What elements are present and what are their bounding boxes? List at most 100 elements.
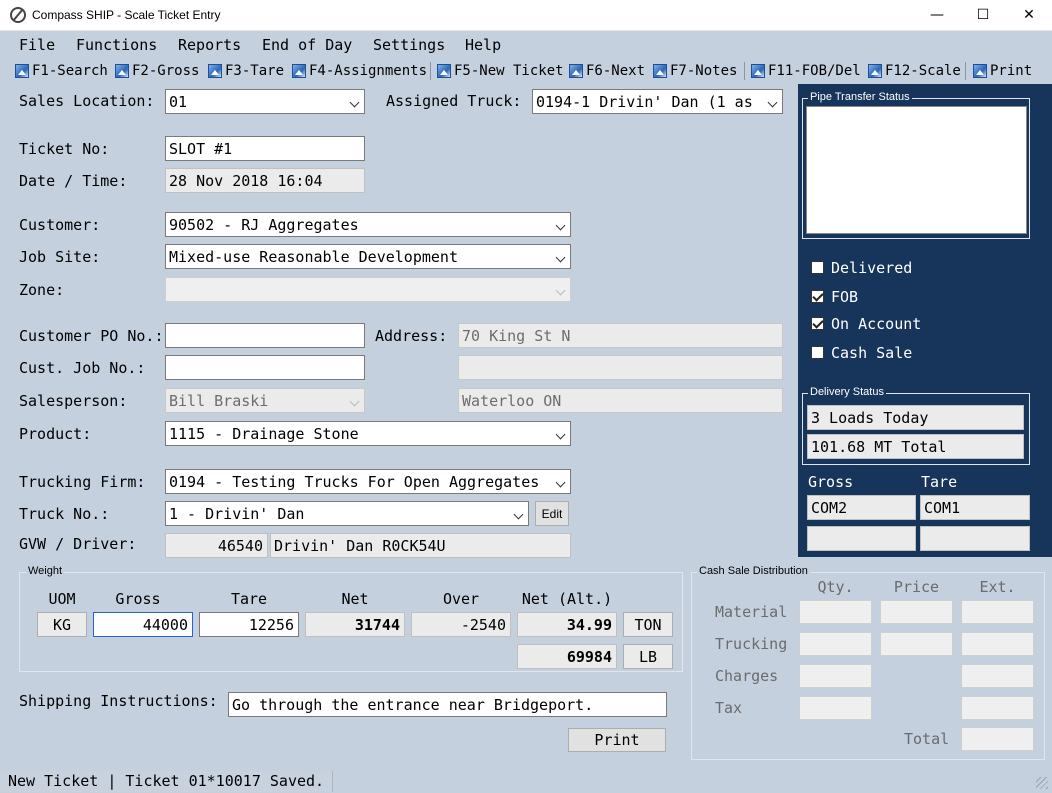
menu-help[interactable]: Help [465, 36, 501, 54]
tare-reading-field [920, 526, 1030, 551]
gross-reading-field [807, 526, 916, 551]
on-account-label: On Account [831, 315, 922, 333]
toolbar-picture-icon [751, 64, 765, 78]
status-bar-text: New Ticket | Ticket 01*10017 Saved. [0, 771, 334, 792]
date-time-field: 28 Nov 2018 16:04 [165, 168, 365, 193]
truck-no-select[interactable]: 1 - Drivin' Dan [165, 501, 529, 526]
trucking-price-field [880, 632, 953, 656]
date-time-label: Date / Time: [19, 172, 128, 190]
address-line1-field: 70 King St N [458, 323, 783, 348]
material-label: Material [715, 603, 788, 621]
chevron-down-icon [555, 477, 566, 488]
salesperson-label: Salesperson: [19, 392, 128, 410]
charges-qty-field [799, 664, 872, 688]
tb-next-button[interactable]: F6-Next [569, 62, 645, 80]
maximize-button[interactable]: ☐ [960, 0, 1006, 30]
sales-location-select[interactable]: 01 [165, 89, 365, 114]
tb-notes-button[interactable]: F7-Notes [653, 62, 737, 80]
uom-field: KG [37, 612, 87, 637]
customer-po-label: Customer PO No.: [19, 327, 164, 345]
on-account-checkbox[interactable] [811, 317, 824, 330]
tb-new-ticket-button[interactable]: F5-New Ticket [437, 62, 564, 80]
job-site-label: Job Site: [19, 248, 101, 266]
address-line3-field: Waterloo ON [458, 388, 783, 413]
gross-scale-label: Gross [808, 473, 854, 491]
print-button[interactable]: Print [568, 728, 666, 752]
menu-settings[interactable]: Settings [373, 36, 445, 54]
window-title: Compass SHIP - Scale Ticket Entry [32, 8, 221, 22]
gross-weight-input[interactable]: 44000 [93, 612, 193, 637]
tare-header: Tare [230, 590, 268, 608]
delivery-status-title: Delivery Status [808, 386, 886, 398]
price-header: Price [893, 578, 940, 596]
unit-ton-field: TON [623, 612, 673, 637]
customer-po-input[interactable] [165, 323, 365, 348]
tb-gross-button[interactable]: F2-Gross [115, 62, 199, 80]
net-weight-field: 31744 [305, 612, 405, 637]
ext-header: Ext. [979, 578, 1016, 596]
tb-search-button[interactable]: F1-Search [15, 62, 108, 80]
menu-end-of-day[interactable]: End of Day [262, 36, 352, 54]
material-qty-field [799, 600, 872, 624]
toolbar-picture-icon [208, 64, 222, 78]
address-label: Address: [375, 327, 448, 345]
chevron-down-icon [555, 252, 566, 263]
tb-fob-del-button[interactable]: F11-FOB/Del [751, 62, 861, 80]
close-button[interactable]: ✕ [1006, 0, 1052, 30]
qty-header: Qty. [817, 578, 854, 596]
customer-select[interactable]: 90502 - RJ Aggregates [165, 212, 571, 237]
ticket-no-input[interactable]: SLOT #1 [165, 136, 365, 161]
driver-field: Drivin' Dan R0CK54U [270, 533, 571, 558]
gvw-field: 46540 [165, 533, 268, 558]
fob-checkbox[interactable] [811, 290, 824, 303]
tb-assignments-button[interactable]: F4-Assignments [292, 62, 427, 80]
trucking-qty-field [799, 632, 872, 656]
delivered-checkbox[interactable] [811, 261, 824, 274]
salesperson-select: Bill Braski [165, 388, 365, 413]
ticket-no-label: Ticket No: [19, 140, 110, 158]
toolbar-picture-icon [868, 64, 882, 78]
trucking-firm-label: Trucking Firm: [19, 473, 146, 491]
gross-port-field: COM2 [807, 495, 916, 520]
menu-functions[interactable]: Functions [76, 36, 157, 54]
over-header: Over [442, 590, 480, 608]
trucking-ext-field [961, 632, 1034, 656]
total-label: Total [904, 730, 950, 748]
resize-grip[interactable] [1036, 777, 1048, 789]
trucking-firm-select[interactable]: 0194 - Testing Trucks For Open Aggregate… [165, 469, 571, 494]
tare-weight-input[interactable]: 12256 [199, 612, 299, 637]
address-line2-field [458, 355, 783, 380]
zone-select [165, 277, 571, 302]
net-alt-lb-field: 69984 [517, 644, 617, 669]
shipping-instructions-input[interactable]: Go through the entrance near Bridgeport. [228, 692, 667, 717]
job-site-select[interactable]: Mixed-use Reasonable Development [165, 244, 571, 269]
cust-job-no-input[interactable] [165, 355, 365, 380]
shipping-instructions-label: Shipping Instructions: [19, 692, 218, 710]
toolbar-picture-icon [569, 64, 583, 78]
tb-tare-button[interactable]: F3-Tare [208, 62, 284, 80]
app-compass-icon [10, 7, 26, 23]
edit-truck-button[interactable]: Edit [535, 501, 569, 526]
menu-file[interactable]: File [19, 36, 55, 54]
chevron-down-icon [767, 97, 778, 108]
net-alt-header: Net (Alt.) [521, 590, 613, 608]
weight-group-title: Weight [26, 565, 65, 577]
tb-scale-button[interactable]: F12-Scale [868, 62, 961, 80]
assigned-truck-select[interactable]: 0194-1 Drivin' Dan (1 as [532, 89, 783, 114]
pipe-transfer-title: Pipe Transfer Status [808, 91, 912, 103]
menu-reports[interactable]: Reports [178, 36, 241, 54]
toolbar-picture-icon [15, 64, 29, 78]
minimize-button[interactable]: — [914, 0, 960, 30]
product-label: Product: [19, 425, 92, 443]
toolbar-picture-icon [973, 64, 987, 78]
chevron-down-icon [555, 285, 566, 296]
chevron-down-icon [349, 97, 360, 108]
zone-label: Zone: [19, 281, 65, 299]
over-weight-field: -2540 [411, 612, 511, 637]
cash-sale-checkbox[interactable] [811, 346, 824, 359]
sales-location-label: Sales Location: [19, 92, 155, 110]
tb-print-button[interactable]: Print [973, 62, 1032, 80]
net-alt-ton-field: 34.99 [517, 612, 617, 637]
product-select[interactable]: 1115 - Drainage Stone [165, 421, 571, 446]
tax-qty-field [799, 696, 872, 720]
